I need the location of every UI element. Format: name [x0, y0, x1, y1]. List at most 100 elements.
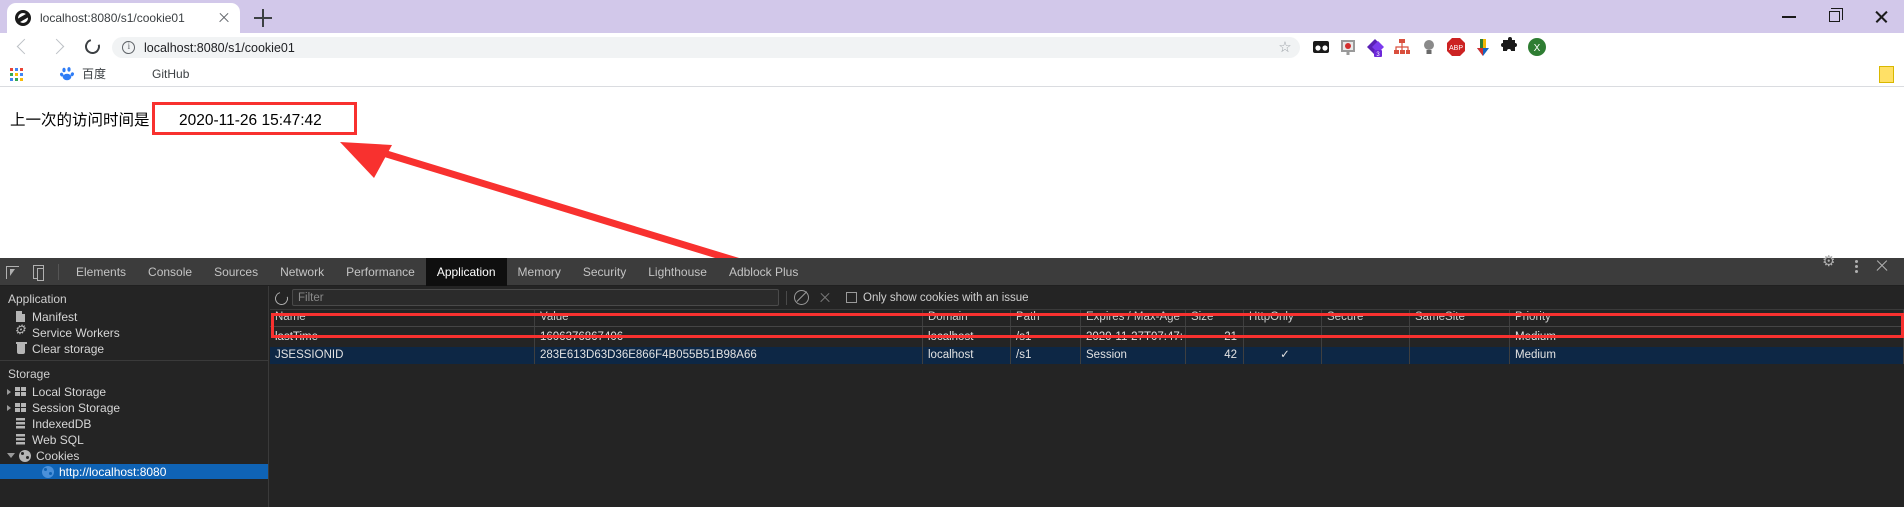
chevron-right-icon[interactable] — [7, 404, 11, 411]
cell-priority: Medium — [1510, 327, 1904, 347]
tab-lighthouse[interactable]: Lighthouse — [637, 258, 718, 286]
column-header-path[interactable]: Path — [1011, 310, 1081, 326]
bookmarks-bar: 百度 GitHub — [0, 61, 1904, 87]
column-header-samesite[interactable]: SameSite — [1410, 310, 1510, 326]
cookies-table-header: Name Value Domain Path Expires / Max-Age… — [270, 310, 1904, 327]
only-show-issues-checkbox-group[interactable]: Only show cookies with an issue — [846, 292, 1029, 304]
table-row[interactable]: lastTime 1606376867406 localhost /s1 202… — [270, 327, 1904, 347]
baidu-paw-icon — [60, 66, 75, 81]
sidebar-item-indexeddb[interactable]: IndexedDB — [0, 416, 268, 431]
filter-input[interactable]: Filter — [292, 289, 779, 306]
reload-icon[interactable] — [76, 33, 110, 61]
navigation-bar: localhost:8080/s1/cookie01 ☆ 3 ABP — [0, 33, 1904, 61]
column-header-name[interactable]: Name — [270, 310, 535, 326]
toolbar-divider — [58, 263, 59, 280]
bulb-icon[interactable] — [1418, 36, 1440, 58]
forward-arrow-icon[interactable] — [42, 33, 76, 61]
eyes-extension-icon[interactable] — [1310, 36, 1332, 58]
tab-console[interactable]: Console — [137, 258, 203, 286]
sidebar-item-manifest[interactable]: Manifest — [0, 309, 268, 324]
bookmark-item-baidu[interactable]: 百度 — [52, 61, 114, 87]
tab-elements[interactable]: Elements — [65, 258, 137, 286]
clear-all-cookies-icon[interactable] — [794, 290, 809, 305]
tab-adblock-plus[interactable]: Adblock Plus — [718, 258, 809, 286]
sidebar-item-cookies[interactable]: Cookies — [0, 448, 268, 463]
tab-strip: localhost:8080/s1/cookie01 — [0, 0, 1904, 33]
sidebar-item-service-workers[interactable]: Service Workers — [0, 325, 268, 340]
sidebar-item-clear-storage[interactable]: Clear storage — [0, 341, 268, 356]
puzzle-extensions-icon[interactable] — [1499, 36, 1521, 58]
close-devtools-icon[interactable] — [1874, 258, 1900, 286]
purple-diamond-icon[interactable]: 3 — [1364, 36, 1386, 58]
trash-icon — [15, 341, 27, 355]
column-header-value[interactable]: Value — [535, 310, 923, 326]
column-header-secure[interactable]: Secure — [1322, 310, 1410, 326]
sidebar-item-label: IndexedDB — [32, 416, 92, 431]
settings-gear-icon[interactable] — [1822, 258, 1848, 286]
database-icon — [15, 417, 27, 430]
minimize-button[interactable] — [1766, 0, 1812, 33]
sitemap-icon[interactable] — [1391, 36, 1413, 58]
column-header-expires[interactable]: Expires / Max-Age — [1081, 310, 1186, 326]
nav-icon-group — [8, 33, 110, 61]
chevron-right-icon[interactable] — [7, 388, 11, 395]
sidebar-item-session-storage[interactable]: Session Storage — [0, 400, 268, 415]
application-sidebar: Application Manifest Service Workers Cle… — [0, 286, 269, 507]
table-icon — [15, 386, 27, 398]
delete-selected-cookie-icon[interactable] — [818, 291, 832, 305]
table-row[interactable]: JSESSIONID 283E613D63D36E866F4B055B51B98… — [270, 347, 1904, 364]
sidebar-item-label: Web SQL — [32, 432, 84, 447]
download-arrow-icon[interactable] — [1472, 36, 1494, 58]
maximize-button[interactable] — [1812, 0, 1858, 33]
tab-application[interactable]: Application — [425, 257, 507, 286]
sidebar-item-web-sql[interactable]: Web SQL — [0, 432, 268, 447]
column-header-domain[interactable]: Domain — [923, 310, 1011, 326]
tab-close-icon[interactable] — [216, 10, 232, 26]
toolbar-divider — [786, 290, 787, 305]
bookmark-item-github[interactable]: GitHub — [144, 61, 197, 87]
only-show-issues-checkbox[interactable] — [846, 292, 857, 303]
tab-title: localhost:8080/s1/cookie01 — [40, 11, 185, 25]
visit-time-label: 上一次的访问时间是： — [10, 112, 166, 129]
inspect-element-icon[interactable] — [0, 258, 26, 286]
screen-recorder-icon[interactable] — [1337, 36, 1359, 58]
cookie-icon — [19, 449, 31, 462]
column-header-size[interactable]: Size — [1186, 310, 1244, 326]
adblock-icon[interactable]: ABP — [1445, 36, 1467, 58]
tab-sources[interactable]: Sources — [203, 258, 269, 286]
refresh-icon[interactable] — [270, 286, 292, 310]
tab-security[interactable]: Security — [572, 258, 637, 286]
device-toolbar-icon[interactable] — [26, 258, 52, 286]
sidebar-section-storage: Storage — [8, 367, 51, 381]
more-options-kebab-icon[interactable] — [1848, 258, 1874, 286]
sidebar-item-cookie-origin[interactable]: http://localhost:8080 — [0, 464, 268, 479]
tab-memory[interactable]: Memory — [507, 258, 572, 286]
cookies-table: Name Value Domain Path Expires / Max-Age… — [270, 310, 1904, 507]
column-header-httponly[interactable]: HttpOnly — [1244, 310, 1322, 326]
globe-icon — [15, 10, 31, 26]
cell-domain: localhost — [923, 347, 1011, 364]
cell-value: 283E613D63D36E866F4B055B51B98A66 — [535, 347, 923, 364]
sidebar-item-local-storage[interactable]: Local Storage — [0, 384, 268, 399]
chevron-down-icon[interactable] — [7, 452, 15, 461]
profile-avatar-icon[interactable]: X — [1526, 36, 1548, 58]
document-icon — [15, 310, 27, 323]
tab-performance[interactable]: Performance — [335, 258, 426, 286]
column-header-priority[interactable]: Priority — [1510, 310, 1904, 326]
cell-priority: Medium — [1510, 347, 1904, 364]
sidebar-item-label: http://localhost:8080 — [59, 464, 167, 479]
database-icon — [15, 433, 27, 446]
tab-network[interactable]: Network — [269, 258, 335, 286]
browser-tab[interactable]: localhost:8080/s1/cookie01 — [7, 3, 240, 33]
cell-secure — [1322, 347, 1410, 364]
apps-grid-icon[interactable] — [10, 68, 23, 81]
address-bar[interactable]: localhost:8080/s1/cookie01 ☆ — [112, 37, 1300, 58]
info-circle-icon[interactable] — [122, 41, 135, 54]
close-window-button[interactable] — [1858, 0, 1904, 33]
cell-expires: Session — [1081, 347, 1186, 364]
new-tab-button[interactable] — [252, 7, 274, 29]
star-icon[interactable]: ☆ — [1278, 40, 1292, 55]
back-arrow-icon[interactable] — [8, 33, 42, 61]
sticky-note-icon[interactable] — [1879, 66, 1894, 83]
annotation-highlight-timestamp — [152, 102, 357, 135]
